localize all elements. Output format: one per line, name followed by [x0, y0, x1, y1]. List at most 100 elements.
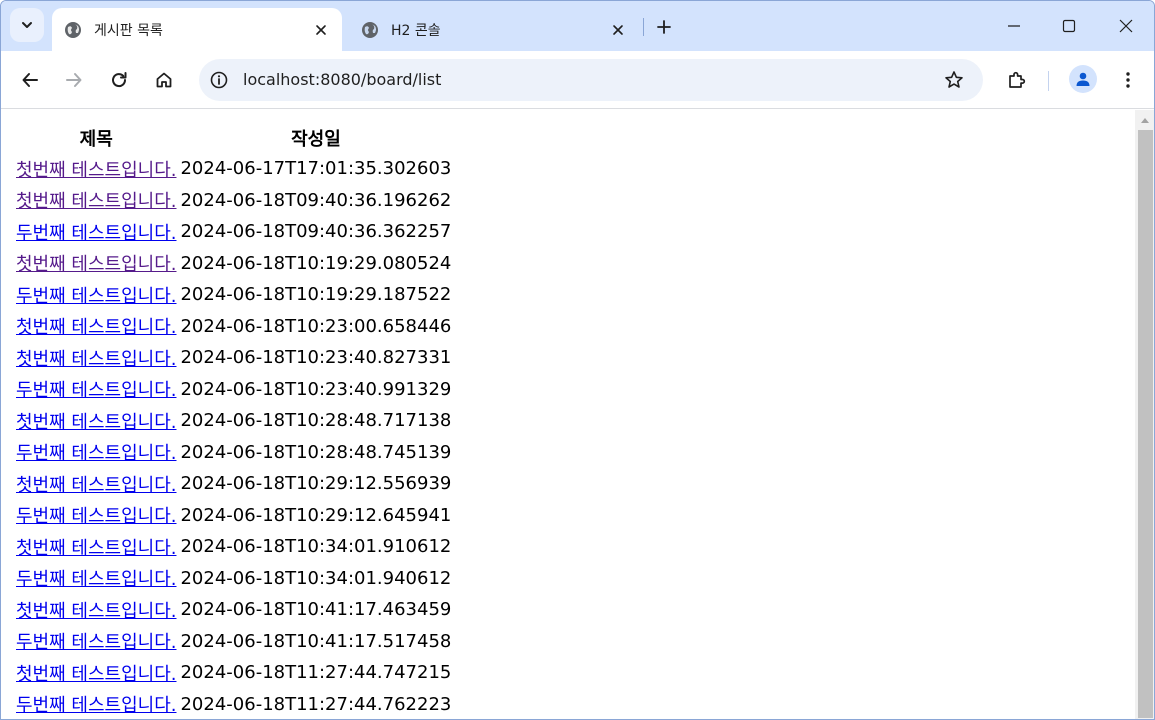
back-button[interactable]	[15, 65, 45, 95]
post-title-link[interactable]: 첫번째 테스트입니다.	[16, 317, 176, 338]
address-bar[interactable]: localhost:8080/board/list	[199, 59, 983, 101]
kebab-menu-icon	[1126, 72, 1130, 88]
column-header-title: 제목	[79, 129, 113, 150]
table-header-row: 제목 작성일	[15, 124, 452, 152]
table-row: 첫번째 테스트입니다. 2024-06-17T17:01:35.302603	[15, 154, 452, 184]
post-title-cell: 첫번째 테스트입니다.	[15, 469, 177, 499]
info-icon	[210, 71, 228, 89]
post-created-date: 2024-06-18T10:41:17.463459	[180, 599, 452, 621]
post-title-link[interactable]: 두번째 테스트입니다.	[16, 569, 176, 590]
chevron-down-icon	[22, 22, 32, 28]
post-title-link[interactable]: 첫번째 테스트입니다.	[16, 254, 176, 275]
board-table: 제목 작성일 첫번째 테스트입니다. 2024-06-17T17:01:35.30…	[13, 122, 454, 719]
home-button[interactable]	[149, 65, 179, 95]
table-row: 첫번째 테스트입니다. 2024-06-18T10:34:01.910612	[15, 532, 452, 562]
post-title-link[interactable]: 첫번째 테스트입니다.	[16, 601, 176, 622]
post-created-date: 2024-06-18T10:19:29.187522	[180, 284, 452, 306]
tab-search-button[interactable]	[10, 8, 44, 42]
triangle-up-icon	[1141, 118, 1149, 123]
url-text[interactable]: localhost:8080/board/list	[243, 70, 441, 89]
post-title-cell: 첫번째 테스트입니다.	[15, 532, 177, 562]
post-created-date: 2024-06-18T10:34:01.910612	[180, 536, 452, 558]
forward-button[interactable]	[59, 65, 89, 95]
post-title-link[interactable]: 첫번째 테스트입니다.	[16, 160, 176, 181]
post-title-cell: 첫번째 테스트입니다.	[15, 186, 177, 216]
table-row: 첫번째 테스트입니다. 2024-06-18T10:23:00.658446	[15, 312, 452, 342]
post-title-cell: 첫번째 테스트입니다.	[15, 249, 177, 279]
tab-close-button[interactable]	[310, 19, 332, 41]
post-title-link[interactable]: 두번째 테스트입니다.	[16, 632, 176, 653]
reload-button[interactable]	[104, 65, 134, 95]
tab-board-list[interactable]: 게시판 목록	[52, 8, 342, 51]
post-created-date: 2024-06-18T10:23:40.827331	[180, 347, 452, 369]
post-title-cell: 두번째 테스트입니다.	[15, 564, 177, 594]
tab-close-button[interactable]	[607, 19, 629, 41]
browser-toolbar: localhost:8080/board/list	[1, 51, 1154, 109]
forward-arrow-icon	[66, 73, 82, 87]
globe-icon	[362, 21, 378, 38]
post-title-link[interactable]: 첫번째 테스트입니다.	[16, 664, 176, 685]
minimize-button[interactable]	[999, 9, 1029, 43]
tab-title: 게시판 목록	[94, 22, 163, 39]
maximize-icon	[1062, 19, 1076, 33]
reload-icon	[112, 72, 127, 88]
post-title-cell: 첫번째 테스트입니다.	[15, 312, 177, 342]
table-row: 두번째 테스트입니다. 2024-06-18T10:19:29.187522	[15, 280, 452, 310]
post-title-link[interactable]: 두번째 테스트입니다.	[16, 286, 176, 307]
post-title-cell: 두번째 테스트입니다.	[15, 217, 177, 247]
scroll-up-button[interactable]	[1139, 114, 1151, 126]
post-title-link[interactable]: 첫번째 테스트입니다.	[16, 412, 176, 433]
post-title-link[interactable]: 두번째 테스트입니다.	[16, 380, 176, 401]
table-row: 첫번째 테스트입니다. 2024-06-18T11:27:44.747215	[15, 658, 452, 688]
table-row: 첫번째 테스트입니다. 2024-06-18T10:19:29.080524	[15, 249, 452, 279]
table-row: 첫번째 테스트입니다. 2024-06-18T10:28:48.717138	[15, 406, 452, 436]
post-title-cell: 두번째 테스트입니다.	[15, 501, 177, 531]
post-title-link[interactable]: 첫번째 테스트입니다.	[16, 191, 176, 212]
bookmark-button[interactable]	[943, 69, 965, 91]
tab-title: H2 콘솔	[391, 22, 441, 39]
post-title-cell: 첫번째 테스트입니다.	[15, 595, 177, 625]
table-row: 첫번째 테스트입니다. 2024-06-18T10:23:40.827331	[15, 343, 452, 373]
close-window-button[interactable]	[1111, 9, 1141, 43]
toolbar-separator	[1048, 71, 1049, 91]
post-created-date: 2024-06-18T11:27:44.747215	[180, 662, 452, 684]
post-title-link[interactable]: 두번째 테스트입니다.	[16, 443, 176, 464]
puzzle-icon	[1009, 71, 1026, 88]
minimize-icon	[1008, 25, 1020, 27]
post-title-link[interactable]: 두번째 테스트입니다.	[16, 506, 176, 527]
table-row: 첫번째 테스트입니다. 2024-06-18T09:40:36.196262	[15, 186, 452, 216]
new-tab-button[interactable]	[651, 14, 677, 40]
maximize-button[interactable]	[1054, 9, 1084, 43]
table-row: 두번째 테스트입니다. 2024-06-18T10:41:17.517458	[15, 627, 452, 657]
table-row: 두번째 테스트입니다. 2024-06-18T10:34:01.940612	[15, 564, 452, 594]
post-created-date: 2024-06-18T10:41:17.517458	[180, 630, 452, 652]
post-created-date: 2024-06-18T11:27:44.762223	[180, 693, 452, 715]
tab-separator	[643, 18, 644, 36]
table-row: 두번째 테스트입니다. 2024-06-18T10:28:48.745139	[15, 438, 452, 468]
table-row: 첫번째 테스트입니다. 2024-06-18T10:29:12.556939	[15, 469, 452, 499]
post-title-cell: 첫번째 테스트입니다.	[15, 406, 177, 436]
post-title-link[interactable]: 첫번째 테스트입니다.	[16, 475, 176, 496]
vertical-scrollbar[interactable]	[1135, 110, 1154, 719]
site-info-button[interactable]	[209, 70, 229, 90]
close-icon	[613, 24, 623, 35]
back-arrow-icon	[22, 73, 38, 87]
home-icon	[156, 72, 172, 88]
close-icon	[316, 24, 326, 35]
post-created-date: 2024-06-18T10:19:29.080524	[180, 252, 452, 274]
page-content: 제목 작성일 첫번째 테스트입니다. 2024-06-17T17:01:35.30…	[1, 110, 1135, 719]
profile-button[interactable]	[1069, 65, 1097, 93]
browser-menu-button[interactable]	[1113, 65, 1143, 95]
post-title-link[interactable]: 첫번째 테스트입니다.	[16, 538, 176, 559]
tab-h2-console[interactable]: H2 콘솔	[349, 8, 639, 51]
scrollbar-thumb[interactable]	[1138, 130, 1153, 718]
post-created-date: 2024-06-18T10:29:12.556939	[180, 473, 452, 495]
post-title-link[interactable]: 두번째 테스트입니다.	[16, 695, 176, 716]
extensions-button[interactable]	[1002, 65, 1032, 95]
browser-window: 게시판 목록 H2 콘솔 localhost:8080/board/list 제…	[0, 0, 1155, 720]
post-title-link[interactable]: 첫번째 테스트입니다.	[16, 349, 176, 370]
post-title-cell: 두번째 테스트입니다.	[15, 438, 177, 468]
post-created-date: 2024-06-18T10:23:40.991329	[180, 378, 452, 400]
post-created-date: 2024-06-18T09:40:36.362257	[180, 221, 452, 243]
post-title-link[interactable]: 두번째 테스트입니다.	[16, 223, 176, 244]
